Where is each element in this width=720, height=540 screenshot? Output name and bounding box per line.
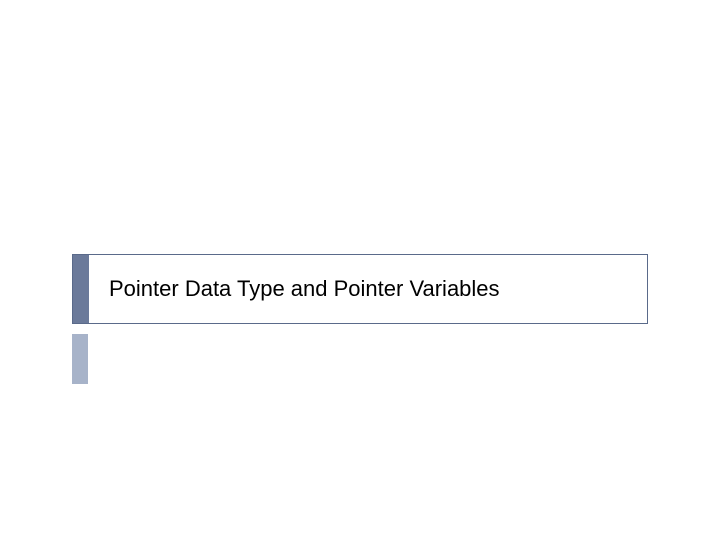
slide-title: Pointer Data Type and Pointer Variables [89,276,500,302]
title-container: Pointer Data Type and Pointer Variables [72,254,648,324]
title-accent-bar [73,255,89,323]
subtitle-accent-bar [72,334,88,384]
subtitle-container [72,334,648,384]
